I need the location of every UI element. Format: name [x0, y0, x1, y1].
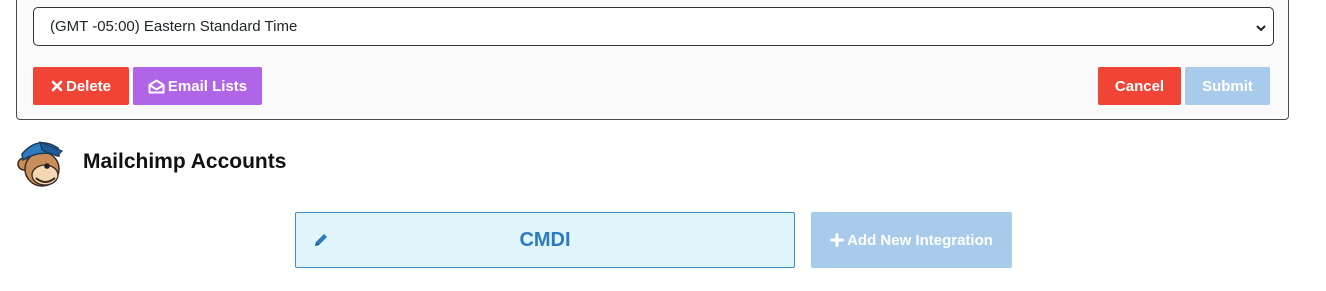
cancel-button-label: Cancel	[1114, 77, 1165, 95]
mailchimp-logo-icon	[14, 136, 68, 195]
plus-icon	[830, 233, 845, 247]
integration-form-panel: (GMT -05:00) Eastern Standard Time Delet…	[16, 0, 1289, 120]
integration-card-label: CMDI	[519, 229, 571, 251]
cancel-button[interactable]: Cancel	[1098, 67, 1181, 105]
chevron-down-icon	[1255, 21, 1267, 39]
email-lists-button-label: Email Lists	[167, 77, 248, 95]
section-title: Mailchimp Accounts	[83, 150, 287, 173]
timezone-select[interactable]: (GMT -05:00) Eastern Standard Time	[33, 7, 1274, 46]
submit-button-label: Submit	[1202, 77, 1253, 95]
delete-button[interactable]: Delete	[33, 67, 129, 105]
submit-button[interactable]: Submit	[1185, 67, 1270, 105]
integration-card-cmdi[interactable]: CMDI	[295, 212, 795, 268]
envelope-open-icon	[148, 79, 165, 94]
timezone-selected-value: (GMT -05:00) Eastern Standard Time	[50, 18, 298, 35]
delete-button-label: Delete	[65, 77, 112, 95]
add-new-integration-label: Add New Integration	[847, 231, 993, 249]
x-icon	[51, 80, 63, 92]
email-lists-button[interactable]: Email Lists	[133, 67, 262, 105]
add-new-integration-button[interactable]: Add New Integration	[811, 212, 1012, 268]
